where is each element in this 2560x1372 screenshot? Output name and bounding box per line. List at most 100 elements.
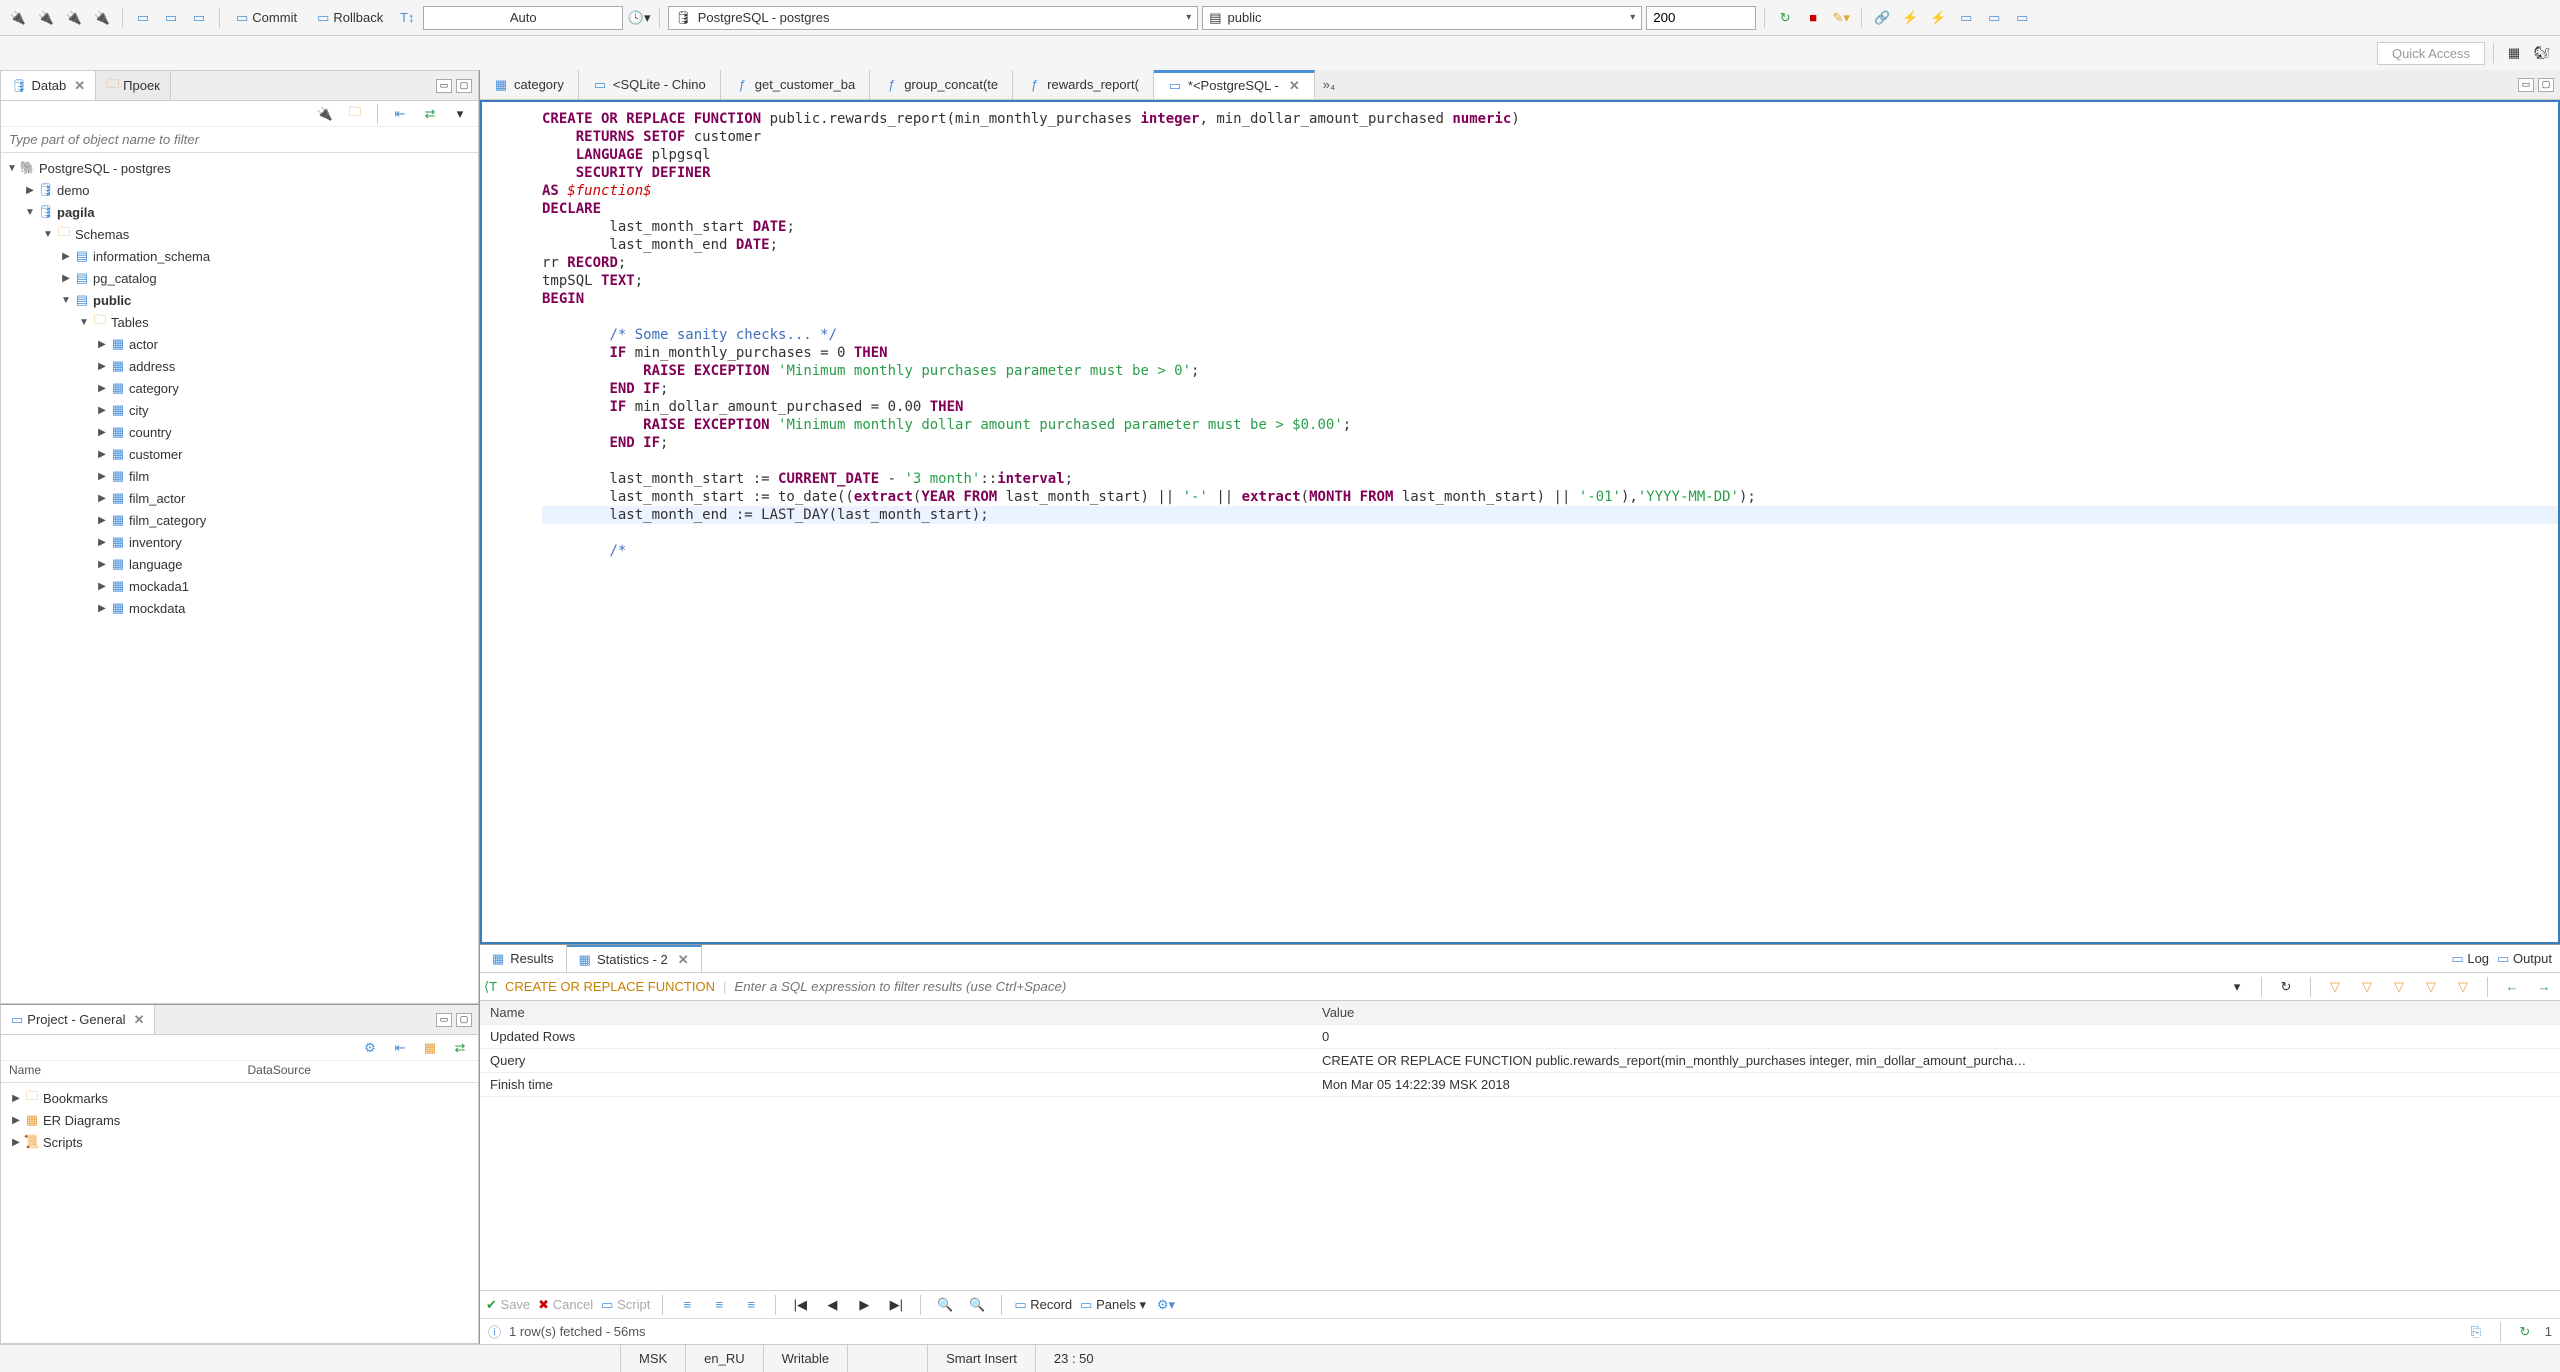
stop-icon[interactable]: ■ — [1801, 6, 1825, 30]
tab-get-customer[interactable]: ƒget_customer_ba — [721, 70, 870, 99]
refresh-icon[interactable]: ↻ — [2513, 1320, 2537, 1344]
tree-schema[interactable]: ▼▤public — [1, 289, 478, 311]
expand-icon[interactable]: ▶ — [95, 405, 109, 416]
table-row[interactable]: Updated Rows0 — [480, 1025, 2560, 1049]
zoom-in-icon[interactable]: 🔍 — [933, 1293, 957, 1317]
prev-icon[interactable]: ◀ — [820, 1293, 844, 1317]
row-add-icon[interactable]: ≡ — [675, 1293, 699, 1317]
tx-mode-select[interactable]: Auto — [423, 6, 623, 30]
tree-database[interactable]: ▶🛢demo — [1, 179, 478, 201]
add-icon[interactable]: ▦ — [418, 1036, 442, 1060]
database-tree[interactable]: ▼ 🐘 PostgreSQL - postgres ▶🛢demo ▼🛢pagil… — [1, 153, 478, 1003]
maximize-button[interactable]: ▢ — [456, 79, 472, 93]
tree-schema[interactable]: ▶▤information_schema — [1, 245, 478, 267]
expand-icon[interactable]: ▶ — [9, 1093, 23, 1104]
close-icon[interactable]: ✕ — [134, 1012, 145, 1028]
last-icon[interactable]: ▶| — [884, 1293, 908, 1317]
close-icon[interactable]: ✕ — [678, 952, 689, 968]
tree-table[interactable]: ▶▦customer — [1, 443, 478, 465]
tab-results[interactable]: ▦Results — [480, 945, 567, 972]
log-button[interactable]: ▭ Log — [2451, 951, 2489, 967]
expand-icon[interactable]: ▶ — [95, 361, 109, 372]
tab-database-navigator[interactable]: 🛢 Datab ✕ — [1, 71, 96, 100]
sql-editor-icon[interactable]: ▭ — [131, 6, 155, 30]
folder-open-icon[interactable]: 🗀 — [343, 102, 367, 126]
tab-postgresql-active[interactable]: ▭*<PostgreSQL -✕ — [1154, 70, 1315, 99]
tree-schemas-folder[interactable]: ▼🗀Schemas — [1, 223, 478, 245]
project-tree[interactable]: ▶🗀Bookmarks▶▦ER Diagrams▶📜Scripts — [1, 1083, 478, 1343]
bolt2-icon[interactable]: ⚡ — [1926, 6, 1950, 30]
expand-icon[interactable]: ▶ — [95, 603, 109, 614]
schema-select[interactable]: ▤ public ▾ — [1202, 6, 1642, 30]
expand-icon[interactable]: ▼ — [59, 295, 73, 306]
plug-icon[interactable]: 🔌 — [313, 102, 337, 126]
script-button[interactable]: ▭ Script — [601, 1297, 650, 1313]
menu-icon[interactable]: ▾ — [448, 102, 472, 126]
expand-icon[interactable]: ▼ — [77, 317, 91, 328]
tree-table[interactable]: ▶▦actor — [1, 333, 478, 355]
close-icon[interactable]: ✕ — [1289, 78, 1300, 94]
link-editor-icon[interactable]: ⇄ — [418, 102, 442, 126]
nav-fwd-icon[interactable]: → — [2532, 975, 2556, 999]
bolt-icon[interactable]: ⚡ — [1898, 6, 1922, 30]
tree-table[interactable]: ▶▦film — [1, 465, 478, 487]
close-icon[interactable]: ✕ — [74, 78, 85, 94]
maximize-button[interactable]: ▢ — [2538, 78, 2554, 92]
plug-new-icon[interactable]: 🔌 — [62, 6, 86, 30]
nav-back-icon[interactable]: ← — [2500, 975, 2524, 999]
expand-icon[interactable]: ▼ — [5, 163, 19, 174]
tree-table[interactable]: ▶▦language — [1, 553, 478, 575]
gear-icon[interactable]: ⚙▾ — [1154, 1293, 1178, 1317]
panel2-icon[interactable]: ▭ — [1982, 6, 2006, 30]
expand-icon[interactable]: ▶ — [95, 471, 109, 482]
expand-icon[interactable]: ▶ — [9, 1115, 23, 1126]
zoom-out-icon[interactable]: 🔍 — [965, 1293, 989, 1317]
expand-icon[interactable]: ▶ — [95, 515, 109, 526]
refresh-icon[interactable]: ↻ — [2274, 975, 2298, 999]
tree-schema[interactable]: ▶▤pg_catalog — [1, 267, 478, 289]
plug-green-icon[interactable]: 🔌 — [34, 6, 58, 30]
cancel-button[interactable]: ✖ Cancel — [538, 1297, 593, 1313]
expand-icon[interactable]: ▶ — [95, 537, 109, 548]
project-item[interactable]: ▶📜Scripts — [5, 1131, 474, 1153]
tree-table[interactable]: ▶▦mockada1 — [1, 575, 478, 597]
tree-table[interactable]: ▶▦address — [1, 355, 478, 377]
tree-table[interactable]: ▶▦category — [1, 377, 478, 399]
tab-rewards-report[interactable]: ƒrewards_report( — [1013, 70, 1154, 99]
tab-sqlite[interactable]: ▭<SQLite - Chino — [579, 70, 721, 99]
broom-icon[interactable]: ✎▾ — [1829, 6, 1853, 30]
sql-editor[interactable]: CREATE OR REPLACE FUNCTION public.reward… — [480, 100, 2560, 944]
results-filter-input[interactable] — [734, 979, 2217, 994]
tab-projects[interactable]: 🗀 Проек — [96, 71, 171, 100]
expand-icon[interactable]: ▶ — [95, 581, 109, 592]
row-limit-input[interactable] — [1646, 6, 1756, 30]
tree-table[interactable]: ▶▦film_actor — [1, 487, 478, 509]
row-del-icon[interactable]: ≡ — [739, 1293, 763, 1317]
refresh-green-icon[interactable]: ↻ — [1773, 6, 1797, 30]
sql-editor-recent-icon[interactable]: ▭ — [159, 6, 183, 30]
filter4-icon[interactable]: ▽ — [2419, 975, 2443, 999]
row-dup-icon[interactable]: ≡ — [707, 1293, 731, 1317]
panels-button[interactable]: ▭ Panels ▾ — [1080, 1297, 1146, 1313]
status-writable[interactable]: Writable — [763, 1345, 847, 1372]
perspective-icon[interactable]: ▦ — [2502, 41, 2526, 65]
quick-access-field[interactable]: Quick Access — [2377, 42, 2485, 65]
tab-category[interactable]: ▦category — [480, 70, 579, 99]
tree-table[interactable]: ▶▦mockdata — [1, 597, 478, 619]
minimize-button[interactable]: ▭ — [436, 1013, 452, 1027]
maximize-button[interactable]: ▢ — [456, 1013, 472, 1027]
minimize-button[interactable]: ▭ — [436, 79, 452, 93]
next-icon[interactable]: ▶ — [852, 1293, 876, 1317]
tab-group-concat[interactable]: ƒgroup_concat(te — [870, 70, 1013, 99]
plug-disconnect-icon[interactable]: 🔌 — [90, 6, 114, 30]
tab-statistics[interactable]: ▦Statistics - 2✕ — [567, 945, 702, 972]
tree-table[interactable]: ▶▦city — [1, 399, 478, 421]
sql-editor-new-icon[interactable]: ▭ — [187, 6, 211, 30]
tab-project-general[interactable]: ▭ Project - General ✕ — [1, 1005, 155, 1034]
expand-icon[interactable]: ▶ — [59, 251, 73, 262]
expand-icon[interactable]: ▶ — [95, 427, 109, 438]
commit-button[interactable]: ▭Commit — [228, 8, 305, 28]
rollback-button[interactable]: ▭Rollback — [309, 8, 391, 28]
project-item[interactable]: ▶▦ER Diagrams — [5, 1109, 474, 1131]
export-icon[interactable]: ⎘ — [2464, 1320, 2488, 1344]
